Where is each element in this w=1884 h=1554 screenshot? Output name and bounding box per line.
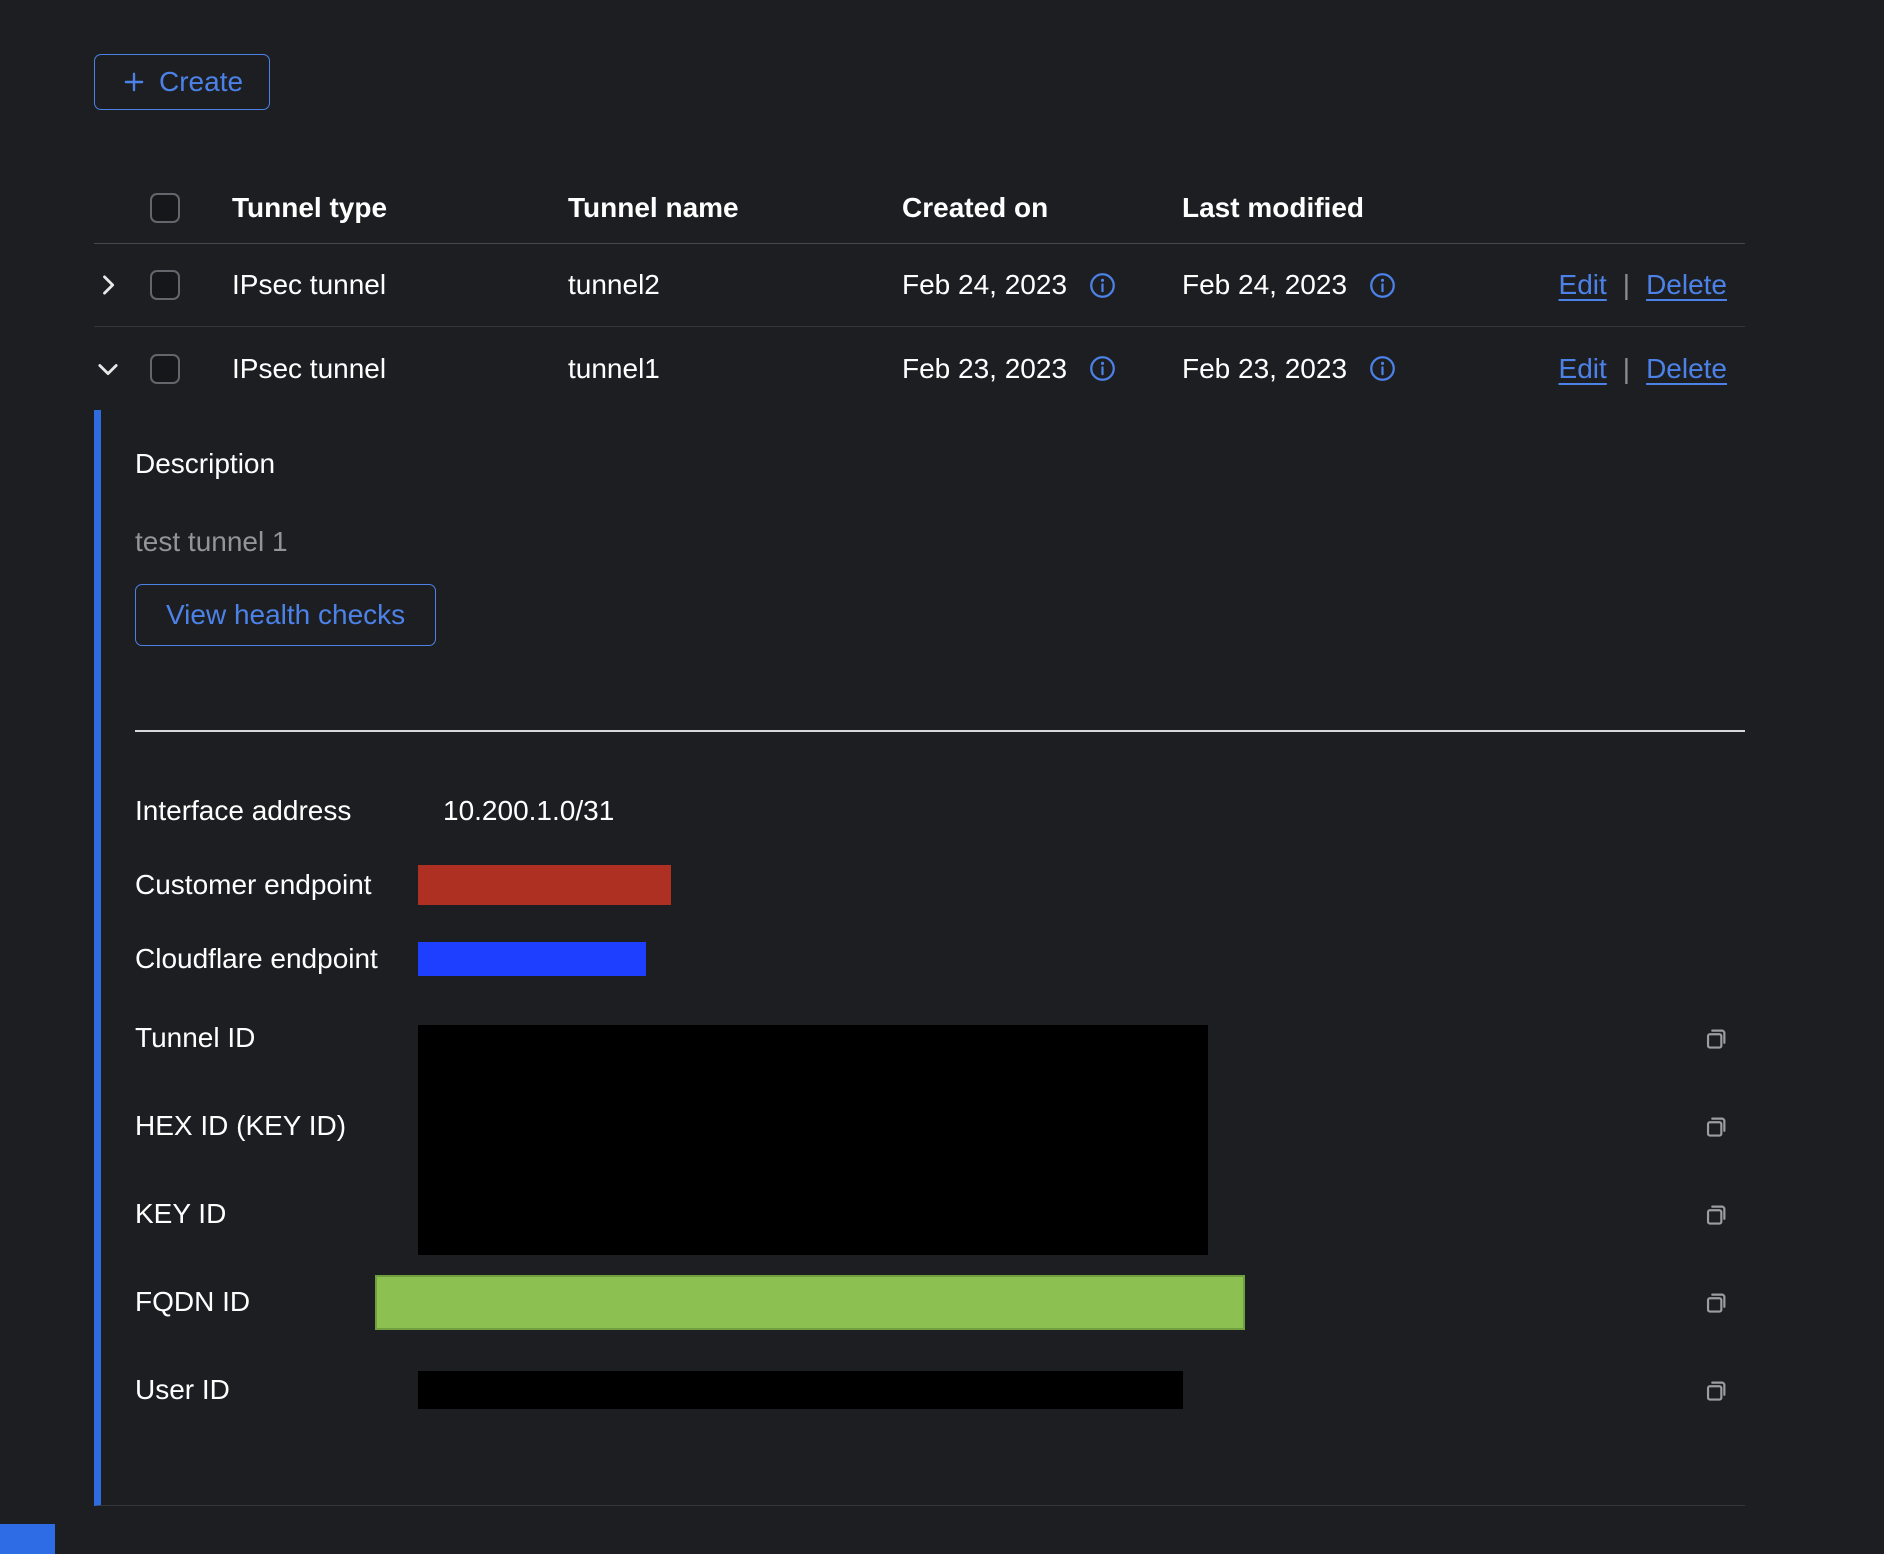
customer-endpoint-label: Customer endpoint	[135, 869, 418, 901]
tunnel-name-cell: tunnel1	[568, 353, 902, 385]
copy-icon[interactable]	[1702, 1200, 1731, 1229]
customer-endpoint-redacted-value	[418, 865, 671, 905]
row-checkbox[interactable]	[150, 354, 180, 384]
ids-redacted-block	[418, 1025, 1208, 1255]
header-tunnel-name: Tunnel name	[568, 192, 902, 224]
field-row-cloudflare-endpoint: Cloudflare endpoint	[135, 934, 1745, 984]
id-fields-group: Tunnel ID HEX ID (KEY ID) KEY ID	[135, 994, 1745, 1258]
edit-link[interactable]: Edit	[1559, 269, 1607, 301]
plus-icon	[121, 69, 147, 95]
user-id-label: User ID	[135, 1374, 418, 1406]
field-row-fqdn-id: FQDN ID	[135, 1258, 1745, 1346]
header-created-on: Created on	[902, 192, 1182, 224]
collapse-row-button[interactable]	[94, 355, 122, 383]
created-on-cell: Feb 23, 2023	[902, 353, 1067, 385]
table-header-row: Tunnel type Tunnel name Created on Last …	[94, 172, 1745, 244]
user-id-redacted-value	[418, 1371, 1183, 1409]
cloudflare-endpoint-redacted-value	[418, 942, 646, 976]
tunnel-id-label: Tunnel ID	[135, 1022, 418, 1054]
row-checkbox[interactable]	[150, 270, 180, 300]
copy-icon[interactable]	[1702, 1376, 1731, 1405]
chevron-down-icon	[94, 355, 122, 383]
copy-icon[interactable]	[1702, 1024, 1731, 1053]
info-icon[interactable]	[1089, 355, 1116, 382]
cloudflare-endpoint-label: Cloudflare endpoint	[135, 943, 418, 975]
tunnels-page: Create Tunnel type Tunnel name Created o…	[0, 0, 1745, 1506]
view-health-checks-button[interactable]: View health checks	[135, 584, 436, 646]
create-button[interactable]: Create	[94, 54, 270, 110]
hex-id-label: HEX ID (KEY ID)	[135, 1110, 418, 1142]
tunnel-type-cell: IPsec tunnel	[232, 269, 568, 301]
tunnel-type-cell: IPsec tunnel	[232, 353, 568, 385]
delete-link[interactable]: Delete	[1646, 269, 1727, 301]
copy-icon[interactable]	[1702, 1112, 1731, 1141]
info-icon[interactable]	[1089, 272, 1116, 299]
chevron-right-icon	[94, 271, 122, 299]
description-value: test tunnel 1	[135, 526, 1745, 558]
last-modified-cell: Feb 24, 2023	[1182, 269, 1347, 301]
actions-separator: |	[1623, 353, 1630, 385]
copy-icon[interactable]	[1702, 1288, 1731, 1317]
fqdn-id-redacted-value	[375, 1275, 1245, 1330]
table-row-tunnel1: IPsec tunnel tunnel1 Feb 23, 2023 Feb 23…	[94, 327, 1745, 410]
created-on-cell: Feb 24, 2023	[902, 269, 1067, 301]
edit-link[interactable]: Edit	[1559, 353, 1607, 385]
interface-address-value: 10.200.1.0/31	[418, 795, 614, 827]
header-tunnel-type: Tunnel type	[232, 192, 568, 224]
field-row-customer-endpoint: Customer endpoint	[135, 860, 1745, 910]
description-label: Description	[135, 448, 1745, 480]
tunnels-table: Tunnel type Tunnel name Created on Last …	[94, 172, 1745, 1506]
field-row-user-id: User ID	[135, 1346, 1745, 1434]
last-modified-cell: Feb 23, 2023	[1182, 353, 1347, 385]
info-icon[interactable]	[1369, 272, 1396, 299]
create-button-label: Create	[159, 66, 243, 98]
interface-address-label: Interface address	[135, 795, 418, 827]
header-last-modified: Last modified	[1182, 192, 1482, 224]
info-icon[interactable]	[1369, 355, 1396, 382]
delete-link[interactable]: Delete	[1646, 353, 1727, 385]
table-row-tunnel2: IPsec tunnel tunnel2 Feb 24, 2023 Feb 24…	[94, 244, 1745, 327]
tunnel-detail-panel: Description test tunnel 1 View health ch…	[94, 410, 1745, 1506]
actions-separator: |	[1623, 269, 1630, 301]
key-id-label: KEY ID	[135, 1198, 418, 1230]
section-divider	[135, 730, 1745, 732]
select-all-checkbox[interactable]	[150, 193, 180, 223]
field-row-interface-address: Interface address 10.200.1.0/31	[135, 786, 1745, 836]
expand-row-button[interactable]	[94, 271, 122, 299]
tunnel-name-cell: tunnel2	[568, 269, 902, 301]
bottom-left-accent	[0, 1524, 55, 1554]
